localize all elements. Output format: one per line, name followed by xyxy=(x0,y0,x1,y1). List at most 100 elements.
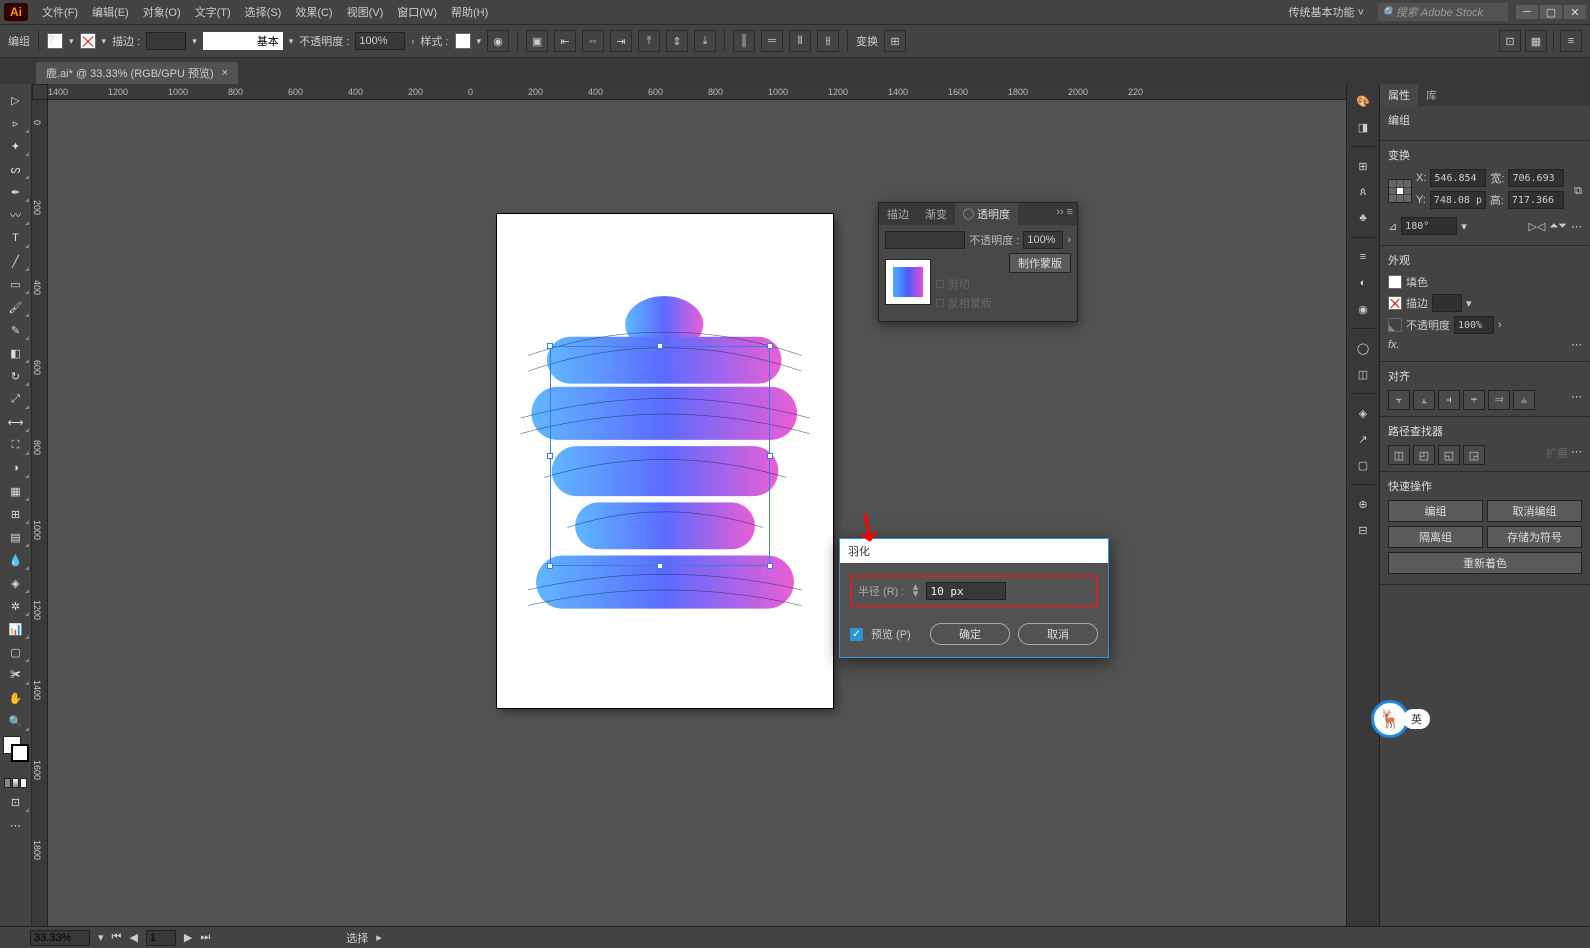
symbols-icon[interactable]: ♣ xyxy=(1352,207,1374,229)
flip-v-icon[interactable]: ⏶⏷ xyxy=(1549,220,1567,233)
stroke-color-icon[interactable] xyxy=(11,744,29,762)
free-transform-tool-icon[interactable]: ⛶ xyxy=(2,434,30,456)
gradient-panel-icon[interactable]: ◐ xyxy=(1352,272,1374,294)
menu-type[interactable]: 文字(T) xyxy=(189,1,237,23)
symbol-sprayer-tool-icon[interactable]: ✲ xyxy=(2,595,30,617)
align-vc-icon[interactable]: ⫤ xyxy=(1488,390,1510,410)
style-swatch[interactable] xyxy=(455,33,471,49)
stroke-weight-input[interactable] xyxy=(146,32,186,50)
recolor-icon[interactable]: ◉ xyxy=(487,30,509,52)
align-artboard-icon[interactable]: ▣ xyxy=(526,30,548,52)
intersect-icon[interactable]: ◱ xyxy=(1438,445,1460,465)
layers-icon[interactable]: ◈ xyxy=(1352,402,1374,424)
paintbrush-tool-icon[interactable]: 🖌 xyxy=(2,296,30,318)
arrange-icon[interactable]: ⊡ xyxy=(1499,30,1521,52)
handle-n[interactable] xyxy=(657,343,663,349)
width-tool-icon[interactable]: ⟷ xyxy=(2,411,30,433)
opacity-input[interactable] xyxy=(355,32,405,50)
fill-swatch-panel[interactable] xyxy=(1388,275,1402,289)
eyedropper-tool-icon[interactable]: 💧 xyxy=(2,549,30,571)
align-l-icon[interactable]: ⫟ xyxy=(1388,390,1410,410)
nav-prev-icon[interactable]: ◀ xyxy=(129,931,137,944)
workspace-switch[interactable]: 传统基本功能 ˅ xyxy=(1283,2,1370,22)
lasso-tool-icon[interactable]: ᔕ xyxy=(2,158,30,180)
shape-builder-tool-icon[interactable]: ◑ xyxy=(2,457,30,479)
preview-checkbox[interactable]: ✓ xyxy=(850,628,863,641)
menu-select[interactable]: 选择(S) xyxy=(239,1,288,23)
more-pf-icon[interactable]: ⋯ xyxy=(1571,445,1582,465)
stroke-swatch[interactable] xyxy=(80,33,96,49)
menu-help[interactable]: 帮助(H) xyxy=(445,1,494,23)
handle-se[interactable] xyxy=(767,563,773,569)
group-button[interactable]: 编组 xyxy=(1388,500,1483,522)
menu-file[interactable]: 文件(F) xyxy=(36,1,84,23)
vertical-ruler[interactable]: 020040060080010001200140016001800 xyxy=(32,100,48,926)
nav-next-icon[interactable]: ▶ xyxy=(184,931,192,944)
transform-icon[interactable]: ⊞ xyxy=(884,30,906,52)
handle-e[interactable] xyxy=(767,453,773,459)
pen-tool-icon[interactable]: ✒ xyxy=(2,181,30,203)
zoom-input[interactable] xyxy=(30,930,90,946)
align-dock-icon[interactable]: ⊟ xyxy=(1352,519,1374,541)
more-align-icon[interactable]: ⋯ xyxy=(1571,390,1582,410)
distribute-v-icon[interactable]: ═ xyxy=(761,30,783,52)
blend-mode-dd[interactable] xyxy=(885,231,965,249)
zoom-tool-icon[interactable]: 🔍 xyxy=(2,710,30,732)
scale-tool-icon[interactable]: ⤢ xyxy=(2,388,30,410)
swatches-icon[interactable]: ⊞ xyxy=(1352,155,1374,177)
doc-close-icon[interactable]: × xyxy=(222,67,228,79)
align-t-icon[interactable]: ⫧ xyxy=(1463,390,1485,410)
handle-ne[interactable] xyxy=(767,343,773,349)
canvas[interactable]: 1400120010008006004002000200400600800100… xyxy=(32,84,1346,926)
brushes-icon[interactable]: ጰ xyxy=(1352,181,1374,203)
blend-tool-icon[interactable]: ◈ xyxy=(2,572,30,594)
screen-mode-icon[interactable]: ⊡ xyxy=(2,791,30,813)
selection-tool-icon[interactable]: ▷ xyxy=(2,89,30,111)
curvature-tool-icon[interactable]: 〰 xyxy=(2,204,30,226)
tab-gradient[interactable]: 渐变 xyxy=(917,203,955,225)
more-icon[interactable]: ≡ xyxy=(1560,30,1582,52)
menu-edit[interactable]: 编辑(E) xyxy=(86,1,135,23)
spinner[interactable]: ▴▾ xyxy=(908,584,922,598)
handle-w[interactable] xyxy=(547,453,553,459)
minimize-button[interactable]: ─ xyxy=(1516,5,1538,19)
tab-libraries[interactable]: 库 xyxy=(1418,84,1445,106)
rectangle-tool-icon[interactable]: ▭ xyxy=(2,273,30,295)
gradient-tool-icon[interactable]: ▤ xyxy=(2,526,30,548)
close-button[interactable]: ✕ xyxy=(1564,5,1586,19)
minus-front-icon[interactable]: ◰ xyxy=(1413,445,1435,465)
panel-opacity-input[interactable] xyxy=(1023,231,1063,249)
panel-op-input[interactable] xyxy=(1454,316,1494,334)
document-tab[interactable]: 鹿.ai* @ 33.33% (RGB/GPU 预览) × xyxy=(36,62,238,84)
ok-button[interactable]: 确定 xyxy=(930,623,1010,645)
tab-transparency[interactable]: ◯ 透明度 xyxy=(955,203,1018,225)
link-wh-icon[interactable]: ⧉ xyxy=(1574,185,1582,198)
maximize-button[interactable]: ▢ xyxy=(1540,5,1562,19)
direct-selection-tool-icon[interactable]: ▹ xyxy=(2,112,30,134)
stroke-swatch-panel[interactable] xyxy=(1388,296,1402,310)
line-tool-icon[interactable]: ╱ xyxy=(2,250,30,272)
align-vcenter-icon[interactable]: ⇕ xyxy=(666,30,688,52)
exclude-icon[interactable]: ◲ xyxy=(1463,445,1485,465)
slice-tool-icon[interactable]: ✀ xyxy=(2,664,30,686)
h-input[interactable] xyxy=(1508,191,1564,209)
opacity-swatch-panel[interactable] xyxy=(1388,318,1402,332)
pathfinder-dock-icon[interactable]: ⊕ xyxy=(1352,493,1374,515)
more-appearance-icon[interactable]: ⋯ xyxy=(1571,338,1582,351)
x-input[interactable] xyxy=(1430,169,1486,187)
ime-indicator[interactable]: 🦌 英 xyxy=(1371,700,1430,738)
type-tool-icon[interactable]: T xyxy=(2,227,30,249)
fill-swatch[interactable]: ? xyxy=(47,33,63,49)
y-input[interactable] xyxy=(1430,191,1486,209)
mesh-tool-icon[interactable]: ⊞ xyxy=(2,503,30,525)
artboards-icon[interactable]: ▢ xyxy=(1352,454,1374,476)
menu-object[interactable]: 对象(O) xyxy=(137,1,187,23)
radius-input[interactable] xyxy=(926,582,1006,600)
align-b-icon[interactable]: ⫨ xyxy=(1513,390,1535,410)
distribute-h-icon[interactable]: ║ xyxy=(733,30,755,52)
ungroup-button[interactable]: 取消编组 xyxy=(1487,500,1582,522)
recolor-button[interactable]: 重新着色 xyxy=(1388,552,1582,574)
align-bottom-icon[interactable]: ⤓ xyxy=(694,30,716,52)
perspective-tool-icon[interactable]: ▦ xyxy=(2,480,30,502)
nav-last-icon[interactable]: ⏭ xyxy=(200,931,210,944)
